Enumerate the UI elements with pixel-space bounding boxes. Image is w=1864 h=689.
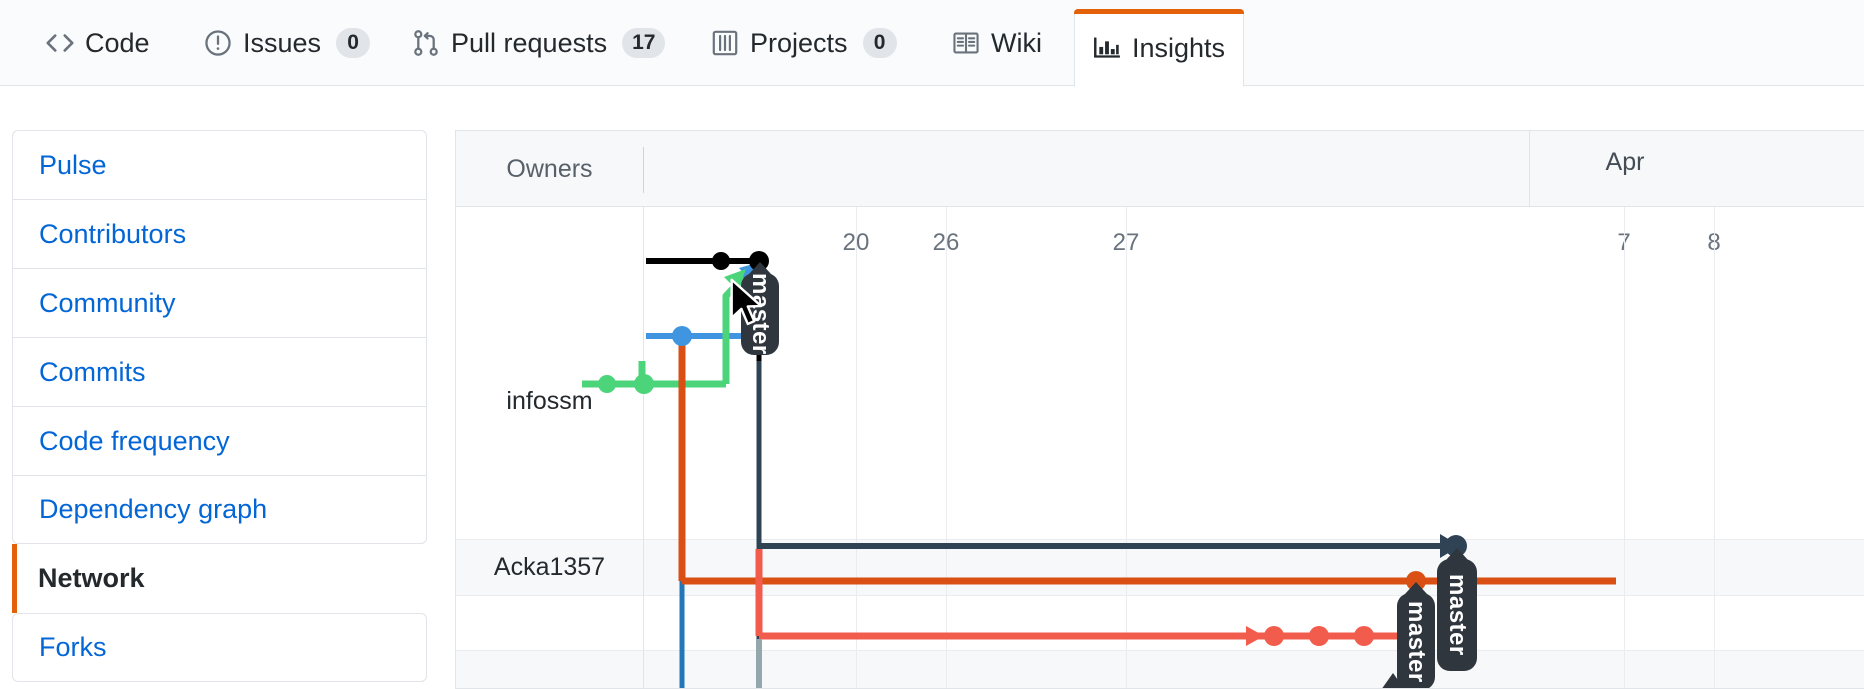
sidebar-item-dependency-graph[interactable]: Dependency graph	[12, 475, 427, 544]
sidebar-item-label: Network	[38, 563, 145, 593]
branch-tag-master-infossm[interactable]: master	[741, 262, 779, 355]
sidebar-item-code-frequency[interactable]: Code frequency	[12, 406, 427, 475]
project-icon	[711, 29, 739, 57]
tab-issues[interactable]: Issues 0	[186, 9, 388, 77]
book-icon	[952, 29, 980, 57]
tab-code[interactable]: Code	[28, 9, 168, 77]
tab-issues-label: Issues	[243, 27, 322, 58]
sidebar-item-pulse[interactable]: Pulse	[12, 130, 427, 199]
tab-projects-counter: 0	[862, 28, 897, 58]
sidebar-item-community[interactable]: Community	[12, 268, 427, 337]
sidebar-item-label: Contributors	[39, 218, 187, 249]
commit-node-red[interactable]	[1309, 626, 1329, 646]
branch-tag-label: master	[1444, 574, 1471, 656]
sidebar-item-network[interactable]: Network	[12, 544, 427, 613]
sidebar-item-forks[interactable]: Forks	[12, 613, 427, 682]
arrow-red-branch	[1246, 626, 1264, 646]
tab-pull-requests-label: Pull requests	[451, 27, 608, 58]
commit-node-red[interactable]	[1264, 626, 1284, 646]
tab-projects-label: Projects	[750, 27, 848, 58]
commit-node-green[interactable]	[598, 375, 616, 393]
tab-projects[interactable]: Projects 0	[693, 9, 915, 77]
sidebar-item-label: Code frequency	[39, 425, 230, 456]
commit-node-black[interactable]	[712, 252, 730, 270]
branch-tag-label: master	[1403, 600, 1430, 683]
branch-tag-label: master	[747, 273, 774, 355]
tab-issues-counter: 0	[336, 28, 371, 58]
sidebar-item-commits[interactable]: Commits	[12, 337, 427, 406]
tab-pull-requests-counter: 17	[622, 28, 666, 58]
commit-node-green-head[interactable]	[634, 374, 654, 394]
commit-network-svg[interactable]	[456, 131, 1864, 689]
git-pull-request-icon	[412, 29, 440, 57]
tab-code-label: Code	[85, 27, 150, 58]
sidebar-item-label: Dependency graph	[39, 494, 268, 524]
code-icon	[46, 29, 74, 57]
repo-nav-bar: Code Issues 0 Pull requests 17 Projects …	[0, 0, 1864, 87]
graph-icon	[1093, 34, 1121, 62]
branch-tag-master-navy[interactable]: master	[1437, 548, 1477, 671]
tab-insights[interactable]: Insights	[1074, 9, 1245, 87]
tab-pull-requests[interactable]: Pull requests 17	[394, 9, 683, 77]
sidebar-item-label: Community	[39, 287, 176, 318]
issue-opened-icon	[204, 29, 232, 57]
sidebar-item-label: Commits	[39, 356, 146, 387]
insights-sidebar: Pulse Contributors Community Commits Cod…	[12, 130, 427, 682]
branch-tag-master-orange[interactable]: master	[1397, 582, 1435, 688]
commit-node-blue[interactable]	[672, 326, 692, 346]
sidebar-item-contributors[interactable]: Contributors	[12, 199, 427, 268]
tab-insights-label: Insights	[1132, 32, 1226, 63]
commit-node-red[interactable]	[1354, 626, 1374, 646]
sidebar-item-label: Pulse	[39, 149, 107, 180]
tab-wiki[interactable]: Wiki	[934, 9, 1060, 77]
network-graph-panel[interactable]: Owners Apr 20 26 27 7 8 infossm Acka1357	[455, 130, 1864, 689]
tab-wiki-label: Wiki	[991, 27, 1042, 58]
sidebar-item-label: Forks	[39, 632, 107, 662]
